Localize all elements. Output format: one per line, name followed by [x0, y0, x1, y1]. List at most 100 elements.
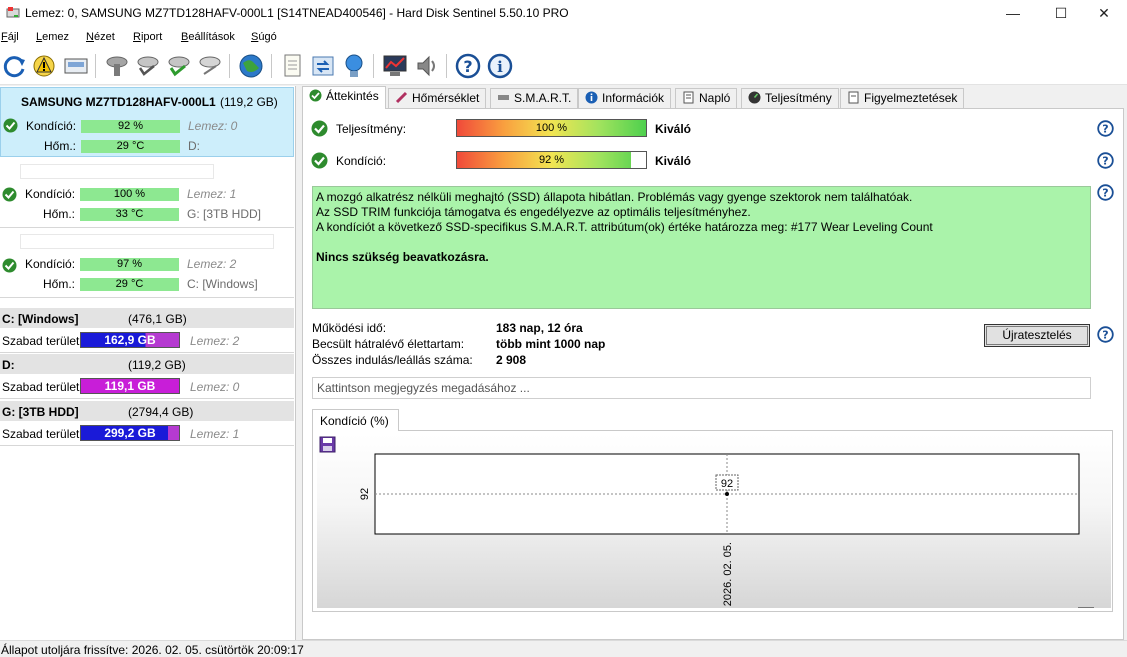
free-space-bar: 119,1 GB — [80, 378, 180, 394]
disk-size: (119,2 GB) — [220, 95, 278, 109]
volume-entry-c[interactable]: C: [Windows] (476,1 GB) Szabad terület 1… — [0, 308, 294, 353]
network-icon[interactable] — [340, 52, 368, 80]
tab-performance[interactable]: Teljesítmény — [741, 88, 839, 108]
maximize-button[interactable]: ☐ — [1038, 0, 1084, 26]
health-label: Kondíció: — [336, 154, 387, 168]
health-label: Kondíció: — [25, 187, 76, 201]
disk-index: Lemez: 0 — [188, 119, 238, 133]
disk-drives: C: [Windows] — [187, 277, 258, 291]
temp-label: Hőm.: — [44, 139, 77, 153]
toolbar-separator — [446, 54, 447, 78]
menu-help[interactable]: Súgó — [251, 31, 277, 43]
uptime-value: 183 nap, 12 óra — [496, 321, 583, 335]
performance-label: Teljesítmény: — [336, 122, 407, 136]
disk-tool-icon[interactable] — [103, 52, 131, 80]
disk-repair-icon[interactable] — [196, 52, 224, 80]
volume-entry-d[interactable]: D: (119,2 GB) Szabad terület 119,1 GB Le… — [0, 354, 294, 399]
svg-text:?: ? — [1102, 155, 1108, 168]
disk-verify-icon[interactable] — [134, 52, 162, 80]
transfer-icon[interactable] — [309, 52, 337, 80]
disk-entry-0[interactable]: SAMSUNG MZ7TD128HAFV-000L1 (119,2 GB) Ko… — [0, 87, 294, 157]
disk-entry-1[interactable]: Kondíció: 100 % Lemez: 1 Hőm.: 33 °C G: … — [0, 158, 294, 228]
recommendation: Nincs szükség beavatkozásra. — [316, 250, 489, 264]
report-icon[interactable] — [278, 52, 306, 80]
health-chart: 92 92 2026. 02. 05. — [359, 453, 1080, 606]
volume-disk: Lemez: 0 — [190, 380, 240, 394]
help-icon[interactable]: ? — [1097, 120, 1114, 137]
free-space-bar: 162,9 GB — [80, 332, 180, 348]
tab-overview[interactable]: Áttekintés — [302, 86, 386, 109]
volume-size: (476,1 GB) — [128, 312, 187, 326]
volume-name: D: — [2, 358, 15, 372]
speaker-icon[interactable] — [413, 52, 441, 80]
disk-drives: D: — [188, 139, 200, 153]
alert-icon[interactable] — [31, 52, 59, 80]
health-bar: 92 % — [456, 151, 647, 169]
tab-smart[interactable]: S.M.A.R.T. — [490, 88, 579, 108]
performance-rating: Kiváló — [655, 122, 692, 136]
volume-name: G: [3TB HDD] — [2, 405, 79, 419]
lifetime-value: több mint 1000 nap — [496, 337, 606, 351]
data-label: 92 — [721, 478, 733, 490]
warnings-icon — [848, 91, 859, 104]
thermometer-icon — [395, 91, 408, 104]
help-icon[interactable]: ? — [1097, 184, 1114, 201]
volume-disk: Lemez: 2 — [190, 334, 240, 348]
disk-index: Lemez: 1 — [187, 187, 237, 201]
health-bar: 92 % — [81, 120, 180, 133]
refresh-icon[interactable] — [0, 52, 28, 80]
disk-check-icon[interactable] — [165, 52, 193, 80]
window-title: Lemez: 0, SAMSUNG MZ7TD128HAFV-000L1 [S1… — [25, 6, 569, 20]
check-icon — [2, 258, 17, 273]
menu-report[interactable]: Riport — [133, 31, 162, 43]
free-space-label: Szabad terület — [2, 427, 80, 441]
health-rating: Kiváló — [655, 154, 692, 168]
tab-log[interactable]: Napló — [675, 88, 738, 108]
menu-settings[interactable]: Beállítások — [181, 31, 235, 43]
check-icon — [311, 152, 328, 169]
health-bar: 97 % — [80, 258, 179, 271]
note-input[interactable]: Kattintson megjegyzés megadásához ... — [312, 377, 1091, 399]
menu-disk[interactable]: Lemez — [36, 31, 69, 43]
tab-temperature[interactable]: Hőmérséklet — [388, 88, 487, 108]
help-icon[interactable]: ? — [1097, 152, 1114, 169]
tab-information[interactable]: Információk — [578, 88, 672, 108]
volume-size: (2794,4 GB) — [128, 405, 194, 419]
startstop-label: Összes indulás/leállás száma: — [312, 353, 473, 367]
status-description: A mozgó alkatrész nélküli meghajtó (SSD)… — [312, 186, 1091, 309]
check-icon — [3, 118, 18, 133]
volume-disk: Lemez: 1 — [190, 427, 240, 441]
close-button[interactable]: ✕ — [1081, 0, 1127, 26]
volume-entry-g[interactable]: G: [3TB HDD] (2794,4 GB) Szabad terület … — [0, 401, 294, 446]
disk-drives: G: [3TB HDD] — [187, 207, 262, 221]
info-icon[interactable]: i — [486, 52, 514, 80]
menu-view[interactable]: Nézet — [86, 31, 115, 43]
retest-button[interactable]: Újratesztelés — [984, 324, 1090, 347]
free-space-label: Szabad terület — [2, 334, 80, 348]
disk-title-redacted — [20, 164, 214, 179]
check-icon — [311, 120, 328, 137]
svg-text:?: ? — [463, 57, 472, 76]
overview-panel: Teljesítmény: 100 % Kiváló ? Kondíció: 9… — [302, 108, 1124, 640]
help-icon[interactable]: ? — [454, 52, 482, 80]
x-tick-label: 2026. 02. 05. — [722, 542, 734, 606]
status-bar: Állapot utoljára frissítve: 2026. 02. 05… — [0, 640, 1127, 657]
info-line: A mozgó alkatrész nélküli meghajtó (SSD)… — [316, 190, 913, 204]
health-bar: 100 % — [80, 188, 179, 201]
tab-health-chart[interactable]: Kondíció (%) — [312, 409, 399, 431]
tab-warnings[interactable]: Figyelmeztetések — [840, 88, 965, 108]
globe-icon[interactable] — [237, 52, 265, 80]
help-icon[interactable]: ? — [1097, 326, 1114, 343]
performance-bar: 100 % — [456, 119, 647, 137]
disk-entry-2[interactable]: Kondíció: 97 % Lemez: 2 Hőm.: 29 °C C: [… — [0, 228, 294, 298]
svg-text:?: ? — [1102, 123, 1108, 136]
minimize-button[interactable]: — — [990, 0, 1036, 26]
disk-index: Lemez: 2 — [187, 257, 237, 271]
disk-list-panel: SAMSUNG MZ7TD128HAFV-000L1 (119,2 GB) Ko… — [0, 86, 296, 640]
monitor-icon[interactable] — [381, 52, 409, 80]
toolbar-separator — [373, 54, 374, 78]
menu-file[interactable]: Fájl — [1, 31, 19, 43]
toolbar-separator — [271, 54, 272, 78]
disk-drive-icon[interactable] — [62, 52, 90, 80]
free-space-label: Szabad terület — [2, 380, 80, 394]
